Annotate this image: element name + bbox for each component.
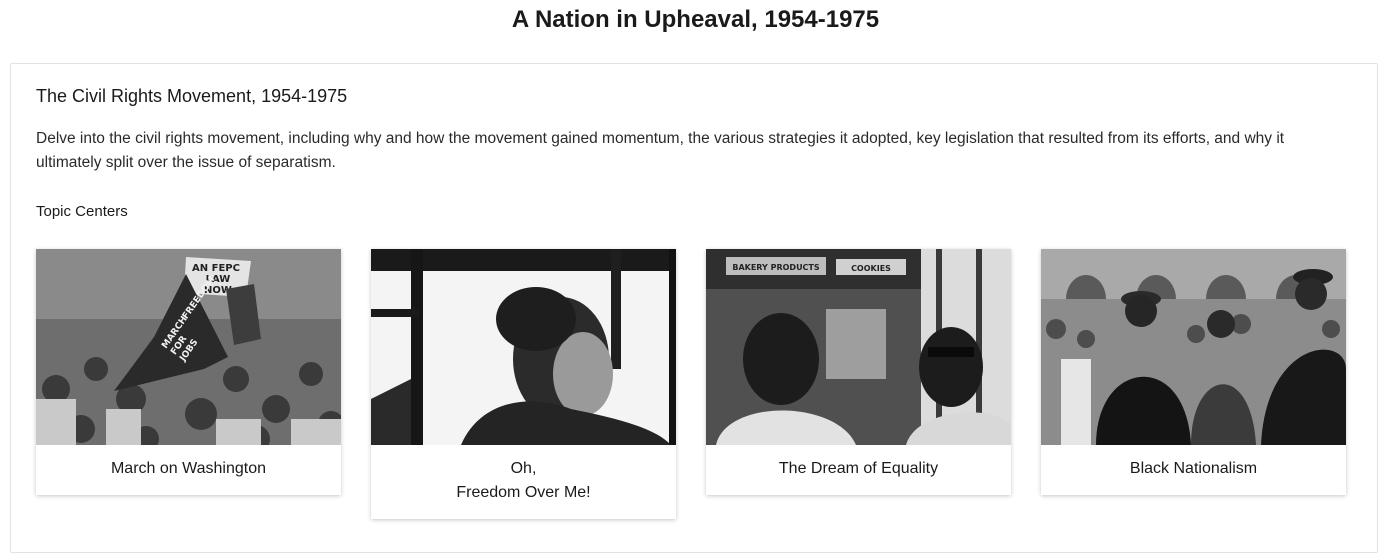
section-description: Delve into the civil rights movement, in… <box>36 130 1285 171</box>
bakery-sign-text: BAKERY PRODUCTS <box>732 263 820 272</box>
topic-card-march-on-washington[interactable]: AN FEPC LAW NOW MARCH FOR JOBS FREEDOM M… <box>36 249 341 495</box>
dream-of-equality-photo: BAKERY PRODUCTS COOKIES <box>706 249 1011 445</box>
topic-card-oh-freedom-over-me[interactable]: Oh, Freedom Over Me! <box>371 249 676 519</box>
march-on-washington-photo: AN FEPC LAW NOW MARCH FOR JOBS FREEDOM <box>36 249 341 445</box>
topic-card-black-nationalism[interactable]: Black Nationalism <box>1041 249 1346 495</box>
oh-freedom-over-me-photo <box>371 249 676 445</box>
card-caption[interactable]: Black Nationalism <box>1041 445 1346 495</box>
cookies-sign-text: COOKIES <box>851 264 891 273</box>
card-caption[interactable]: March on Washington <box>36 445 341 495</box>
civil-rights-panel: The Civil Rights Movement, 1954-1975 Del… <box>10 63 1378 553</box>
card-caption[interactable]: The Dream of Equality <box>706 445 1011 495</box>
page-title: A Nation in Upheaval, 1954-1975 <box>511 6 880 33</box>
black-nationalism-photo <box>1041 249 1346 445</box>
section-title: The Civil Rights Movement, 1954-1975 <box>36 86 348 106</box>
sign-text-line-1: AN FEPC <box>192 263 240 274</box>
card-caption[interactable]: Oh, Freedom Over Me! <box>371 445 676 519</box>
topic-card-dream-of-equality[interactable]: BAKERY PRODUCTS COOKIES The Dream of Equ… <box>706 249 1011 495</box>
topic-centers-heading: Topic Centers <box>36 203 128 220</box>
